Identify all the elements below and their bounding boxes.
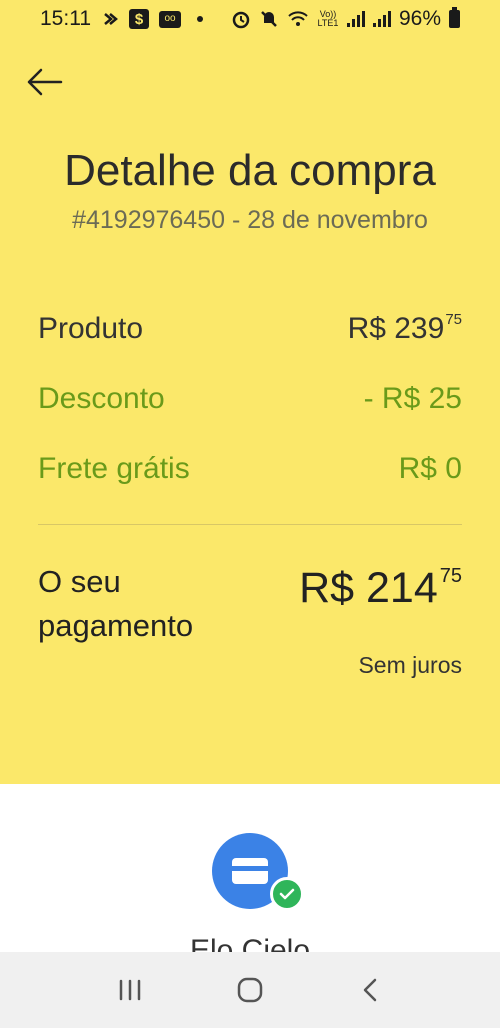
shipping-label: Frete grátis — [38, 452, 190, 485]
interest-note: Sem juros — [358, 652, 462, 678]
mute-icon — [259, 9, 279, 29]
discount-row: Desconto - R$ 25 — [38, 382, 462, 416]
shipping-row: Frete grátis R$ 0 — [38, 452, 462, 486]
home-button[interactable] — [220, 960, 280, 1020]
alarm-icon — [231, 9, 251, 29]
battery-percent: 96% — [398, 7, 441, 30]
back-chevron-icon — [363, 978, 377, 1002]
discount-label: Desconto — [38, 382, 165, 415]
status-time: 15:11 — [40, 7, 91, 30]
card-name: Elo Cielo — [189, 934, 311, 952]
status-bar: 15:11 $ oo Vo)) LTE1 96% — [0, 0, 500, 38]
home-icon — [237, 977, 263, 1003]
status-right: Vo)) LTE1 96% — [231, 7, 460, 31]
payment-cents: 75 — [439, 565, 462, 587]
status-left: 15:11 $ oo — [40, 7, 209, 31]
product-row: Produto R$ 23975 — [38, 311, 462, 346]
arrow-left-icon — [27, 68, 63, 96]
order-subtitle: #4192976450 - 28 de novembro — [72, 206, 428, 234]
payment-method-section: Elo Cielo — [0, 784, 500, 952]
product-cents: 75 — [445, 311, 462, 328]
product-value: R$ 23975 — [347, 311, 462, 346]
product-label: Produto — [38, 312, 144, 345]
purchase-summary-panel: Detalhe da compra #4192976450 - 28 de no… — [0, 38, 500, 784]
recents-button[interactable] — [100, 960, 160, 1020]
discount-value: - R$ 25 — [363, 382, 462, 415]
payment-label: O seu pagamento — [38, 564, 194, 643]
back-button[interactable] — [22, 60, 66, 104]
voicemail-icon: oo — [159, 10, 181, 28]
product-amount: R$ 239 — [347, 312, 445, 345]
navigation-bar — [0, 952, 500, 1028]
check-icon — [270, 877, 304, 911]
wifi-icon — [287, 10, 309, 28]
battery-icon — [449, 7, 460, 28]
dollar-app-icon: $ — [129, 9, 149, 29]
dot-icon — [197, 16, 203, 22]
volte-label: Vo)) LTE1 — [317, 9, 339, 28]
signal-icon-2 — [372, 11, 391, 27]
payment-amount: R$ 214 — [299, 564, 438, 612]
recents-icon — [119, 979, 141, 1001]
nav-back-button[interactable] — [340, 960, 400, 1020]
shipping-value: R$ 0 — [398, 452, 462, 485]
signal-icon — [346, 11, 365, 27]
divider — [38, 524, 462, 525]
page-title: Detalhe da compra — [64, 146, 436, 195]
payment-value: R$ 214 75 — [299, 564, 462, 613]
bolt-icon — [101, 10, 119, 28]
